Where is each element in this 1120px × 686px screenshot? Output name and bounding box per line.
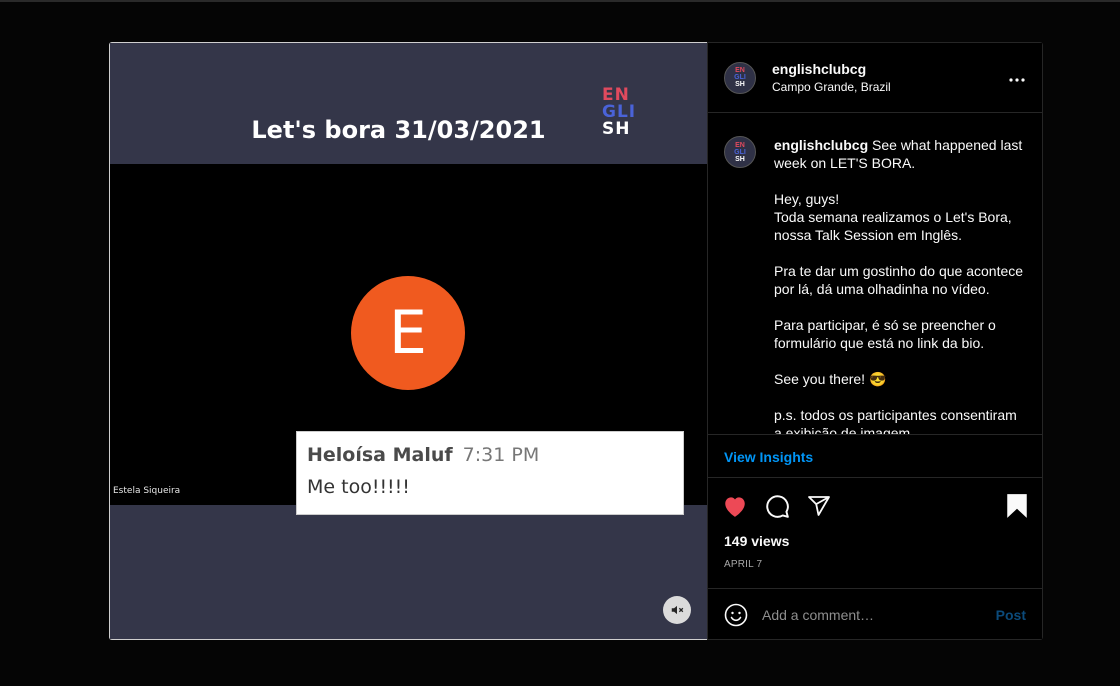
comment-input[interactable] — [762, 607, 996, 623]
caption-username[interactable]: englishclubcg — [774, 137, 868, 153]
caption-avatar[interactable]: EN GLI SH — [724, 136, 756, 168]
caption-text: englishclubcg See what happened last wee… — [774, 136, 1026, 434]
mute-button[interactable] — [663, 596, 691, 624]
views-count[interactable]: 149 views — [724, 533, 789, 549]
more-horizontal-icon — [1009, 78, 1025, 82]
save-button[interactable] — [1006, 493, 1028, 519]
like-button[interactable] — [722, 494, 748, 518]
heart-filled-icon — [725, 497, 745, 517]
share-button[interactable] — [806, 494, 832, 518]
caption-first-paragraph: englishclubcg See what happened last wee… — [774, 136, 1026, 172]
chat-message: Me too!!!!! — [307, 476, 410, 498]
avatar-text-3: SH — [735, 81, 745, 88]
logo-line-3: SH — [602, 119, 631, 139]
caption-paragraph: Hey, guys! Toda semana realizamos o Let'… — [774, 191, 1012, 243]
view-insights-link[interactable]: View Insights — [724, 449, 813, 465]
post-video[interactable]: Let's bora 31/03/2021 EN GLI SH E Estela… — [109, 42, 707, 640]
bookmark-filled-icon — [1007, 494, 1027, 518]
profile-username[interactable]: englishclubcg — [772, 61, 1008, 77]
comment-button[interactable] — [764, 493, 790, 519]
participant-avatar: E — [351, 276, 465, 390]
top-divider — [0, 0, 1120, 2]
english-club-logo: EN GLI SH — [602, 87, 660, 143]
avatar-text-1: EN — [735, 141, 745, 149]
profile-avatar[interactable]: EN GLI SH — [724, 61, 756, 94]
action-bar — [708, 490, 1042, 522]
avatar-text-2: GLI — [734, 148, 746, 156]
post-header: EN GLI SH englishclubcg Campo Grande, Br… — [708, 43, 1042, 113]
avatar-text-1: EN — [735, 67, 745, 74]
avatar-text-3: SH — [735, 155, 745, 163]
insights-row: View Insights — [708, 434, 1042, 478]
emoji-icon — [724, 603, 748, 627]
caption-paragraph: Pra te dar um gostinho do que acontece p… — [774, 263, 1024, 297]
post-date: APRIL 7 — [724, 559, 763, 570]
chat-author: Heloísa Maluf — [307, 444, 453, 466]
caption-paragraph: p.s. todos os participantes consentiram … — [774, 407, 1017, 434]
post-modal: Let's bora 31/03/2021 EN GLI SH E Estela… — [109, 42, 1043, 640]
volume-muted-icon — [671, 605, 684, 615]
chat-message-box: Heloísa Maluf 7:31 PM Me too!!!!! — [296, 431, 684, 515]
header-text: englishclubcg Campo Grande, Brazil — [772, 61, 1008, 94]
avatar-text-2: GLI — [734, 74, 746, 81]
post-location[interactable]: Campo Grande, Brazil — [772, 80, 1008, 94]
emoji-button[interactable] — [724, 603, 748, 627]
share-icon — [808, 496, 830, 516]
chat-time: 7:31 PM — [462, 444, 540, 466]
video-header: Let's bora 31/03/2021 EN GLI SH — [110, 43, 707, 164]
caption-paragraph: Para participar, é só se preencher o for… — [774, 317, 996, 351]
more-options-button[interactable] — [1008, 67, 1026, 88]
comment-icon — [766, 495, 789, 518]
caption-area[interactable]: EN GLI SH englishclubcg See what happene… — [708, 114, 1042, 434]
caption-paragraph: See you there! 😎 — [774, 371, 887, 387]
post-side-panel: EN GLI SH englishclubcg Campo Grande, Br… — [707, 42, 1043, 640]
participant-name: Estela Siqueira — [113, 486, 181, 496]
post-comment-button[interactable]: Post — [996, 607, 1026, 623]
comment-bar: Post — [708, 588, 1042, 640]
